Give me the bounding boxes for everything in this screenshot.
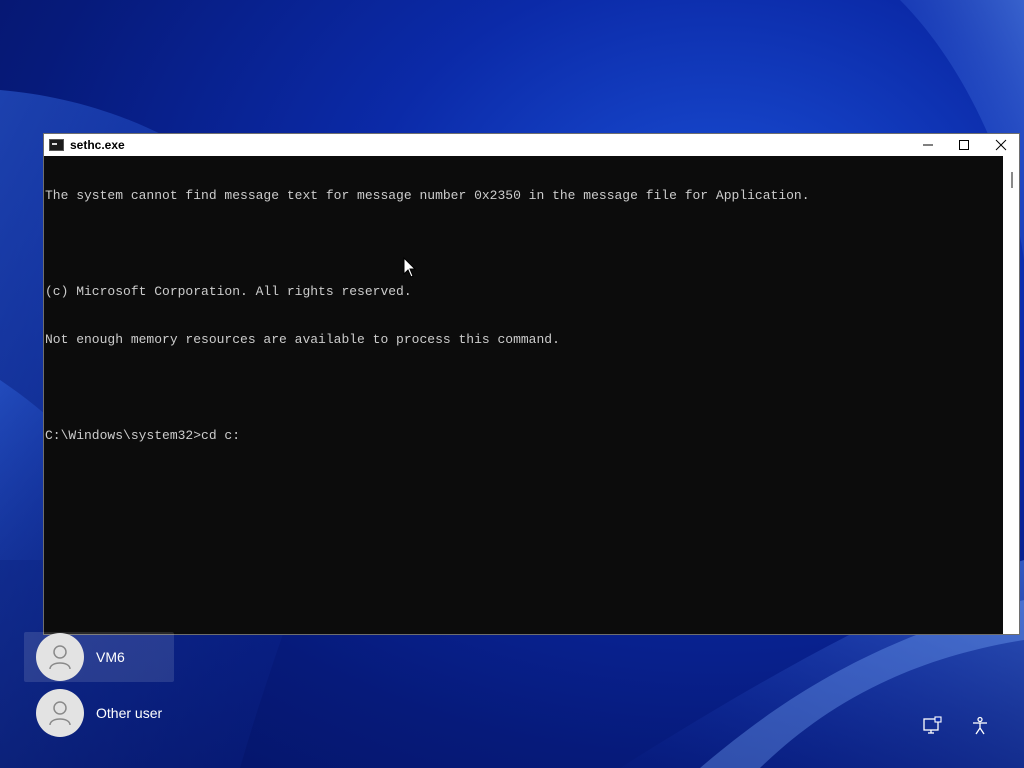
vertical-scrollbar[interactable] bbox=[1003, 156, 1019, 634]
minimize-button[interactable] bbox=[910, 134, 946, 156]
command-prompt-line[interactable]: C:\Windows\system32>cd c: bbox=[45, 428, 1003, 444]
user-avatar-icon bbox=[36, 633, 84, 681]
network-icon bbox=[923, 716, 942, 734]
user-tile-vm6[interactable]: VM6 bbox=[24, 632, 174, 682]
close-icon bbox=[995, 139, 1007, 151]
user-tile-other-user[interactable]: Other user bbox=[24, 688, 174, 738]
console-output[interactable]: The system cannot find message text for … bbox=[45, 156, 1003, 634]
console-window[interactable]: sethc.exe The system cannot find message… bbox=[43, 133, 1020, 635]
lock-screen-background: sethc.exe The system cannot find message… bbox=[0, 0, 1024, 768]
console-line: Not enough memory resources are availabl… bbox=[45, 332, 560, 347]
title-bar[interactable]: sethc.exe bbox=[44, 134, 1019, 156]
user-avatar-icon bbox=[36, 689, 84, 737]
window-title: sethc.exe bbox=[70, 138, 125, 152]
maximize-icon bbox=[959, 140, 969, 150]
accessibility-icon bbox=[973, 716, 987, 735]
console-line: (c) Microsoft Corporation. All rights re… bbox=[45, 284, 412, 299]
minimize-icon bbox=[923, 144, 933, 146]
network-button[interactable] bbox=[920, 714, 944, 738]
mouse-pointer-icon bbox=[403, 257, 417, 278]
close-button[interactable] bbox=[983, 134, 1019, 156]
maximize-button[interactable] bbox=[946, 134, 982, 156]
console-line: The system cannot find message text for … bbox=[45, 188, 810, 203]
console-icon bbox=[49, 139, 64, 151]
scrollbar-thumb[interactable] bbox=[1011, 172, 1013, 188]
user-name: VM6 bbox=[96, 649, 125, 665]
user-name: Other user bbox=[96, 705, 163, 721]
accessibility-button[interactable] bbox=[968, 714, 992, 738]
